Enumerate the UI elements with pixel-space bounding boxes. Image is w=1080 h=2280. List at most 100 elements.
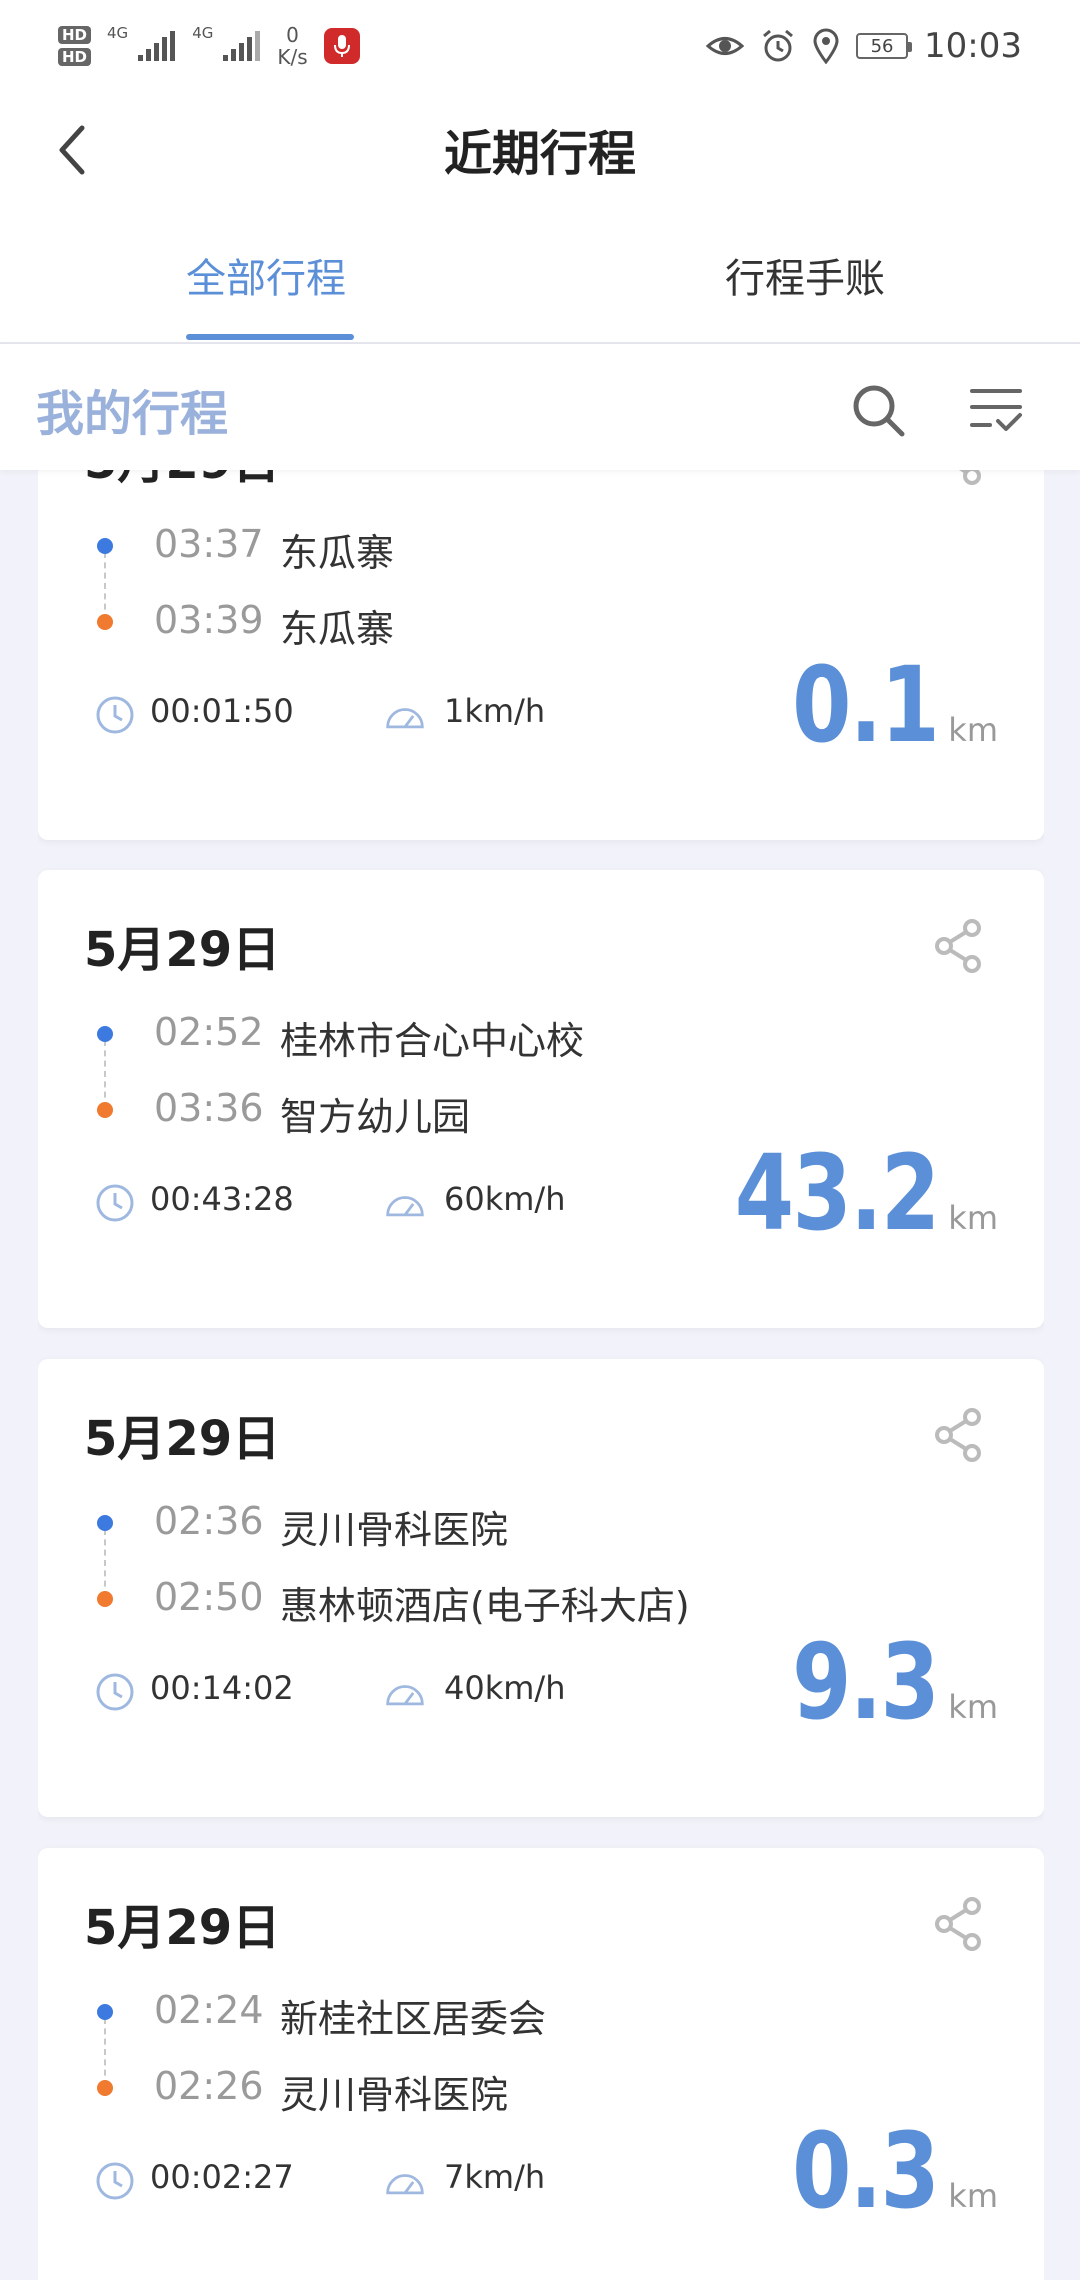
trip-list: 5月29日 03:37 东瓜寨 03:39 东瓜寨 00:01:50 [38,470,1044,2280]
signal-icon [138,31,176,61]
start-time: 02:24 [154,1988,264,2032]
app-header: 近期行程 [0,92,1080,212]
trip-distance: 0.1 km [760,644,998,766]
filter-list-icon [970,389,1022,431]
search-icon [853,385,905,437]
distance-unit: km [948,1199,998,1237]
distance-value: 0.3 [792,2110,940,2232]
trip-speed: 1km/h [444,692,546,730]
network-speed-value: 0 [286,23,299,47]
speedometer-icon [384,1182,426,1224]
share-button[interactable] [926,470,990,490]
trip-distance: 9.3 km [760,1621,998,1743]
network-speed: 0 K/s [277,24,307,68]
status-time: 10:03 [924,26,1022,66]
trip-card[interactable]: 5月29日 03:37 东瓜寨 03:39 东瓜寨 00:01:50 [38,470,1044,840]
trip-date: 5月29日 [84,922,281,978]
alarm-icon [763,29,793,62]
share-button[interactable] [926,1403,990,1467]
trip-card[interactable]: 5月29日 02:36 灵川骨科医院 02:50 惠林顿酒店(电子科大店) 00… [38,1359,1044,1817]
end-dot [97,614,113,630]
tab-trip-journal[interactable]: 行程手账 [725,246,885,304]
trip-duration: 00:02:27 [150,2158,294,2196]
end-place: 灵川骨科医院 [280,2073,509,2117]
distance-value: 0.1 [792,644,940,766]
distance-unit: km [948,2177,998,2215]
trip-card[interactable]: 5月29日 02:52 桂林市合心中心校 03:36 智方幼儿园 00:43:2… [38,870,1044,1328]
trip-route: 02:52 桂林市合心中心校 03:36 智方幼儿园 [90,1010,970,1140]
trip-route: 03:37 东瓜寨 03:39 东瓜寨 [90,522,970,652]
status-right: 56 10:03 [706,26,1022,66]
trip-date: 5月29日 [84,1411,281,1467]
start-place: 东瓜寨 [280,531,395,575]
start-time: 02:52 [154,1010,264,1054]
trip-card[interactable]: 5月29日 02:24 新桂社区居委会 02:26 灵川骨科医院 00:02:2… [38,1848,1044,2280]
end-place: 智方幼儿园 [280,1095,471,1139]
start-place: 灵川骨科医院 [280,1508,509,1552]
trip-route: 02:36 灵川骨科医院 02:50 惠林顿酒店(电子科大店) [90,1499,970,1629]
share-icon [959,470,981,485]
hd2-badge: HD [58,48,92,66]
status-bar: HD HD 4G 4G 0 K/s 56 10:03 [0,0,1080,92]
distance-value: 43.2 [734,1132,939,1254]
share-button[interactable] [926,914,990,978]
tab-active-indicator [186,334,354,340]
end-time: 02:50 [154,1575,264,1619]
hd-indicators: HD HD [58,26,92,66]
start-place: 新桂社区居委会 [280,1997,547,2041]
battery-level: 56 [870,35,894,57]
network-type-2: 4G [192,24,214,42]
share-icon [935,1408,981,1462]
trip-route: 02:24 新桂社区居委会 02:26 灵川骨科医院 [90,1988,970,2118]
trip-date: 5月29日 [84,1900,281,1956]
end-time: 02:26 [154,2064,264,2108]
section-title: 我的行程 [36,386,229,442]
start-time: 02:36 [154,1499,264,1543]
section-header: 我的行程 [0,344,1080,470]
trip-speed: 7km/h [444,2158,546,2196]
share-icon [935,1897,981,1951]
route-connector [104,2018,106,2086]
location-icon [813,28,839,64]
end-dot [97,1591,113,1607]
filter-button[interactable] [964,378,1028,442]
share-button[interactable] [926,1892,990,1956]
clock-icon [94,2160,136,2202]
end-place: 东瓜寨 [280,607,395,651]
speedometer-icon [384,1671,426,1713]
clock-icon [94,1671,136,1713]
end-dot [97,2080,113,2096]
distance-unit: km [948,1688,998,1726]
clock-icon [94,1182,136,1224]
route-connector [104,552,106,620]
hd1-badge: HD [58,26,92,44]
network-type-1: 4G [107,24,129,42]
share-icon [935,919,981,973]
trip-duration: 00:14:02 [150,1669,294,1707]
tab-bar: 全部行程 行程手账 [0,212,1080,344]
trip-distance: 43.2 km [690,1132,998,1254]
search-button[interactable] [846,378,910,442]
status-left: HD HD 4G 4G 0 K/s [58,24,360,68]
start-dot [97,538,113,554]
speedometer-icon [384,2160,426,2202]
clock-icon [94,694,136,736]
end-dot [97,1102,113,1118]
route-connector [104,1529,106,1597]
trip-speed: 60km/h [444,1180,566,1218]
signal-icon-2 [223,31,261,61]
start-dot [97,1026,113,1042]
network-speed-unit: K/s [277,45,308,69]
tab-all-trips[interactable]: 全部行程 [186,246,346,304]
trip-duration: 00:43:28 [150,1180,294,1218]
trip-date: 5月29日 [84,470,280,492]
trip-speed: 40km/h [444,1669,566,1707]
end-place: 惠林顿酒店(电子科大店) [280,1584,690,1628]
speedometer-icon [384,694,426,736]
start-dot [97,1515,113,1531]
start-place: 桂林市合心中心校 [280,1019,585,1063]
trip-duration: 00:01:50 [150,692,294,730]
battery-icon: 56 [856,33,913,59]
trip-distance: 0.3 km [760,2110,998,2232]
start-time: 03:37 [154,522,264,566]
